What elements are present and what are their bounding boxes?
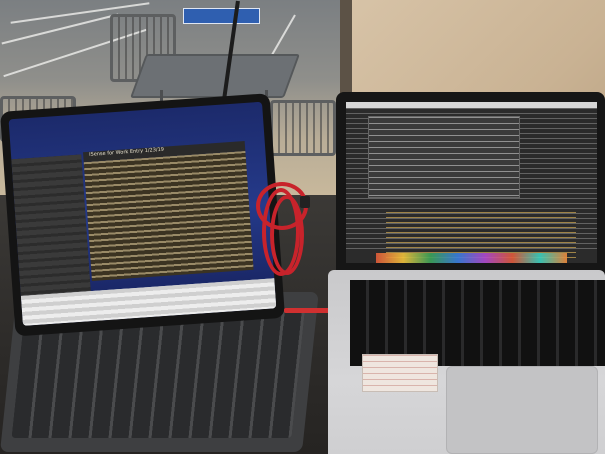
macbook-sticker [362,354,438,392]
macbook-lid [336,92,605,275]
parking-line [1,13,119,45]
photo-scene: iSense for Work Entry 1/23/19 [0,0,605,454]
ipad: iSense for Work Entry 1/23/19 [0,93,286,337]
patio-table [129,54,301,98]
macbook-dock [376,253,567,263]
cable-connector [300,196,310,208]
parking-sign [183,8,260,24]
ipad-screen: iSense for Work Entry 1/23/19 [8,101,277,326]
macbook-trackpad [446,366,598,454]
macbook-base [328,270,605,454]
cable-connector [284,308,332,313]
patio-chair [270,100,336,156]
macbook-text-window [368,116,520,198]
ipad-text-editor [83,150,254,281]
macbook-screen [346,102,597,263]
ipad-file-sidebar [11,154,91,296]
